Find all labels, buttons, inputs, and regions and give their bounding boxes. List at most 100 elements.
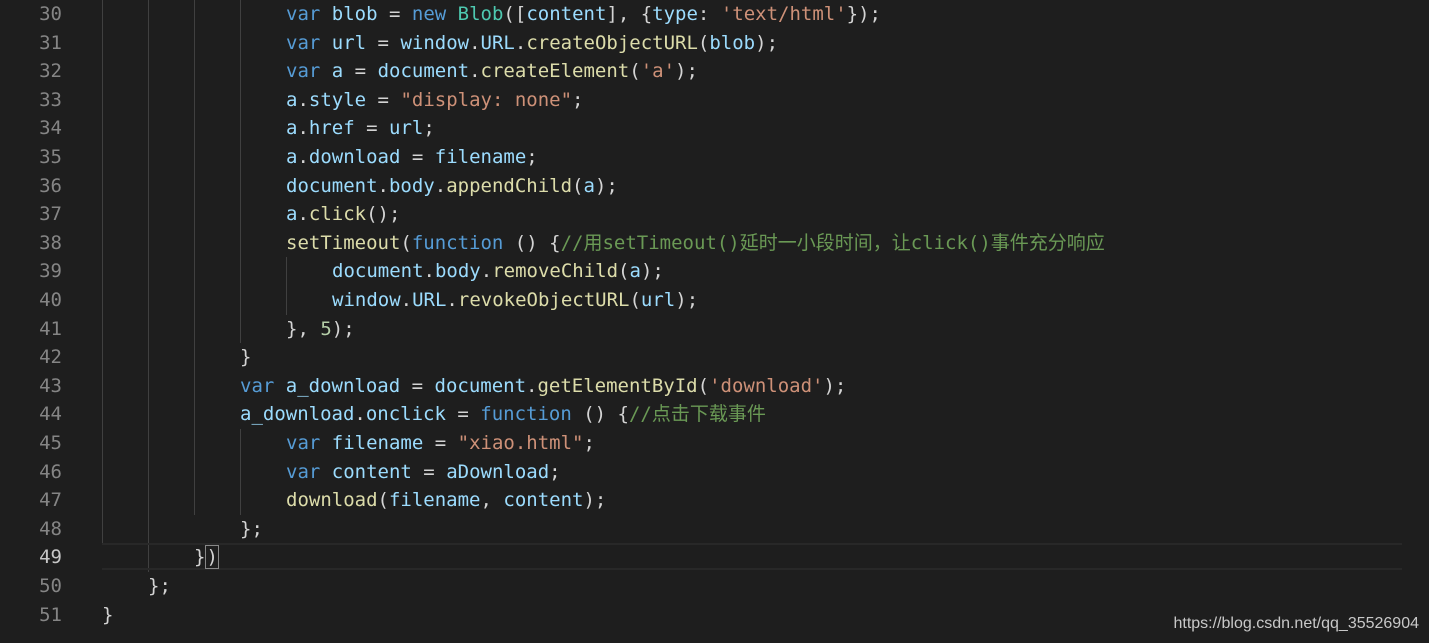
line-number: 32	[39, 60, 62, 83]
code-line[interactable]: 33 a.style = "display: none";	[0, 86, 1429, 115]
code-token: createElement	[480, 60, 630, 83]
code-token: blob	[709, 31, 756, 54]
code-token: //点击下载事件	[628, 403, 766, 426]
code-token: body	[388, 174, 435, 197]
code-token: a	[286, 146, 298, 168]
code-token: .	[377, 174, 389, 197]
code-token: (	[697, 374, 710, 397]
code-token: (	[697, 31, 710, 54]
code-token: new	[411, 3, 447, 25]
code-token: filename	[388, 489, 481, 512]
code-token: a	[286, 88, 298, 111]
code-token: }	[102, 603, 114, 626]
line-number: 38	[39, 231, 62, 254]
code-token: content	[526, 3, 607, 25]
code-text: var blob = new Blob([content], {type: 't…	[286, 0, 881, 29]
code-token: (	[400, 231, 412, 254]
watermark: https://blog.csdn.net/qq_35526904	[1173, 615, 1419, 632]
code-token: =	[445, 403, 481, 426]
code-token: URL	[480, 31, 515, 54]
code-token: window	[400, 31, 470, 54]
line-number: 50	[39, 575, 62, 597]
code-line[interactable]: 40 window.URL.revokeObjectURL(url);	[0, 286, 1429, 315]
code-line[interactable]: 30 var blob = new Blob([content], {type: …	[0, 0, 1429, 29]
code-token: =	[354, 117, 389, 140]
code-line[interactable]: 39 document.body.removeChild(a);	[0, 257, 1429, 286]
code-token: (	[618, 260, 630, 283]
code-token: ;	[423, 117, 435, 140]
code-line[interactable]: 34 a.href = url;	[0, 114, 1429, 143]
code-editor[interactable]: 30 var blob = new Blob([content], {type: …	[0, 0, 1429, 643]
code-token: };	[240, 517, 263, 540]
code-token: .	[480, 260, 493, 283]
code-token: );	[675, 289, 699, 311]
code-line[interactable]: 31 var url = window.URL.createObjectURL(b…	[0, 29, 1429, 58]
code-line[interactable]: 37 a.click();	[0, 200, 1429, 229]
code-line[interactable]: 38 setTimeout(function () {//用setTimeout(…	[0, 229, 1429, 258]
code-token: (	[629, 289, 641, 311]
code-token: =	[366, 31, 401, 54]
code-token: ,	[480, 489, 504, 512]
line-number: 33	[39, 88, 62, 111]
code-token: =	[377, 3, 412, 25]
code-line[interactable]: 32 var a = document.createElement('a');	[0, 57, 1429, 86]
code-token: click	[308, 203, 367, 226]
code-token: ;	[549, 460, 561, 483]
line-number: 49	[39, 546, 62, 569]
line-number: 43	[39, 374, 62, 397]
code-line[interactable]: 46 var content = aDownload;	[0, 458, 1429, 487]
code-token: .	[526, 374, 538, 397]
code-text: }	[240, 343, 251, 372]
code-token: function	[411, 231, 504, 254]
code-token: }	[194, 546, 206, 569]
code-line[interactable]: 47 download(filename, content);	[0, 486, 1429, 515]
code-token: download	[286, 489, 378, 512]
code-line[interactable]: 45 var filename = "xiao.html";	[0, 429, 1429, 458]
code-line[interactable]: 35 a.download = filename;	[0, 143, 1429, 172]
code-text: var filename = "xiao.html";	[286, 429, 595, 458]
line-number: 41	[39, 317, 62, 340]
line-number: 39	[39, 260, 62, 283]
code-token: url	[331, 31, 367, 54]
code-token: style	[308, 88, 367, 111]
code-token: () {	[503, 231, 561, 254]
code-line[interactable]: 48};	[0, 515, 1429, 544]
code-line[interactable]: 50};	[0, 572, 1429, 601]
code-token: ;	[572, 88, 584, 111]
code-token: body	[434, 260, 481, 283]
code-line[interactable]: 49})	[0, 543, 1429, 572]
code-token: );	[640, 260, 664, 283]
code-token: var	[240, 374, 275, 397]
code-token: a	[331, 60, 344, 83]
code-text: })	[194, 543, 219, 572]
code-token: .	[469, 60, 481, 83]
code-token: filename	[331, 432, 424, 454]
code-token: "display: none"	[400, 88, 573, 111]
line-number: 51	[39, 603, 62, 626]
line-number: 47	[39, 489, 62, 512]
line-number: 30	[39, 3, 62, 25]
code-token: a_download	[285, 374, 401, 397]
code-token: );	[331, 317, 355, 340]
code-token: =	[400, 146, 435, 168]
code-token: a	[629, 260, 641, 283]
code-line[interactable]: 42}	[0, 343, 1429, 372]
code-token: appendChild	[446, 174, 573, 197]
code-text: };	[240, 515, 263, 544]
code-line[interactable]: 41}, 5);	[0, 315, 1429, 344]
code-token: window	[332, 289, 401, 311]
code-line[interactable]: 36 document.body.appendChild(a);	[0, 172, 1429, 201]
code-token: blob	[331, 3, 378, 25]
code-token: .	[297, 203, 309, 226]
code-text: a.click();	[286, 200, 400, 229]
code-text: setTimeout(function () {//用setTimeout()延…	[286, 229, 1105, 258]
code-line[interactable]: 44 a_download.onclick = function () {//点击…	[0, 400, 1429, 429]
code-token: document	[434, 374, 527, 397]
code-token: document	[286, 174, 378, 197]
code-line[interactable]: 43 var a_download = document.getElementBy…	[0, 372, 1429, 401]
code-token: (	[572, 174, 584, 197]
code-token: 5	[320, 317, 332, 340]
code-text: document.body.appendChild(a);	[286, 172, 618, 201]
